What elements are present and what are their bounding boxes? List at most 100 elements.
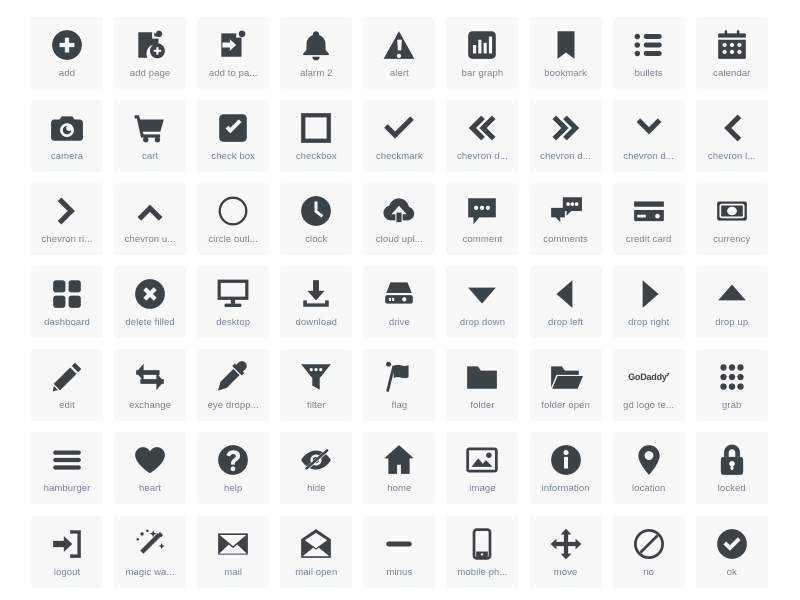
move-icon [546,526,586,562]
icon-card-drop-right[interactable]: drop right [612,266,685,339]
icon-label: grab [722,400,742,412]
icon-card-chevron-double-right[interactable]: chevron d... [529,100,602,173]
icon-label: mobile ph... [457,566,508,578]
icon-label: eye dropp... [207,400,259,412]
icon-card-mail[interactable]: mail [197,515,270,588]
icon-card-ok[interactable]: ok [695,515,768,588]
icon-card-add-to-page[interactable]: add to pa... [197,17,270,89]
icon-card-drop-left[interactable]: drop left [529,266,602,339]
icon-card-drop-down[interactable]: drop down [446,266,519,339]
icon-card-currency[interactable]: currency [695,183,768,256]
icon-card-hide[interactable]: hide [280,432,353,505]
icon-label: mail [224,566,243,578]
icon-label: cart [141,151,159,163]
icon-label: hide [307,483,326,495]
icon-card-chevron-down[interactable]: chevron d... [612,100,685,173]
icon-card-chevron-left[interactable]: chevron l... [695,100,768,173]
icon-card-move[interactable]: move [529,515,602,588]
icon-card-checkmark[interactable]: checkmark [363,100,436,173]
icon-label: circle outl... [208,234,258,246]
icon-card-home[interactable]: home [363,432,436,505]
icon-card-dashboard[interactable]: dashboard [31,266,103,339]
chevron-up-icon [130,193,170,229]
icon-label: chevron d... [540,151,591,163]
icon-label: chevron ri... [41,234,93,246]
icon-card-chevron-double-left[interactable]: chevron d... [446,100,519,173]
icon-card-filter[interactable]: filter [280,349,353,422]
icon-label: clock [305,234,328,246]
icon-card-drop-up[interactable]: drop up [695,266,768,339]
icon-card-help[interactable]: help [197,432,270,505]
icon-card-download[interactable]: download [280,266,353,339]
icon-card-chevron-right[interactable]: chevron ri... [31,183,103,256]
camera-icon [47,110,87,146]
icon-label: image [469,483,496,495]
icon-card-chevron-up[interactable]: chevron u... [114,183,187,256]
icon-card-heart[interactable]: heart [114,432,187,505]
icon-label: ok [726,566,737,578]
icon-card-magic-wand[interactable]: magic wa... [114,515,187,588]
alarm-2-icon [296,27,336,63]
icon-card-cart[interactable]: cart [114,100,187,173]
icon-card-mail-open[interactable]: mail open [280,515,353,588]
icon-card-information[interactable]: information [529,432,602,505]
icon-card-no[interactable]: no [612,515,685,588]
icon-card-minus[interactable]: minus [363,515,436,588]
add-to-page-icon [213,27,253,63]
godaddy-wordmark-text: GoDaddy [628,372,667,383]
icon-card-image[interactable]: image [446,432,519,505]
icon-card-locked[interactable]: locked [695,432,768,505]
comment-icon [462,193,502,229]
icon-card-edit[interactable]: edit [31,349,103,422]
icon-label: information [541,483,590,495]
icon-label: check box [211,151,256,163]
bar-graph-icon [462,27,502,63]
icon-card-flag[interactable]: flag [363,349,436,422]
icon-card-delete-filled[interactable]: delete filled [114,266,187,339]
icon-card-bullets[interactable]: bullets [612,17,685,89]
icon-card-exchange[interactable]: exchange [114,349,187,422]
icon-card-check-box[interactable]: check box [197,100,270,173]
icon-card-camera[interactable]: camera [31,100,103,173]
icon-card-eye-dropper[interactable]: eye dropp... [197,349,270,422]
icon-label: drive [388,317,410,329]
icon-card-gd-logo-text[interactable]: GoDaddy ′ gd logo te... [612,349,685,422]
icon-card-clock[interactable]: clock [280,183,353,256]
icon-card-location[interactable]: location [612,432,685,505]
icon-card-grab[interactable]: grab [695,349,768,422]
information-icon [546,442,586,478]
icon-card-calendar[interactable]: calendar [695,17,768,89]
icon-card-add-page[interactable]: add page [114,17,187,89]
icon-card-credit-card[interactable]: credit card [612,183,685,256]
icon-card-folder[interactable]: folder [446,349,519,422]
icon-card-alert[interactable]: alert [363,17,436,89]
folder-open-icon [546,359,586,395]
icon-card-add[interactable]: add [31,17,103,89]
icon-card-bar-graph[interactable]: bar graph [446,17,519,89]
icon-label: help [224,483,243,495]
icon-card-comments[interactable]: comments [529,183,602,256]
icon-label: chevron d... [623,151,675,163]
icon-card-logout[interactable]: logout [31,515,103,588]
icon-label: chevron l... [707,151,756,163]
icon-card-desktop[interactable]: desktop [197,266,270,339]
icon-card-comment[interactable]: comment [446,183,519,256]
icon-label: no [643,566,655,578]
icon-card-checkbox[interactable]: checkbox [280,100,353,173]
icon-card-cloud-upload[interactable]: cloud upl... [363,183,436,256]
comments-icon [546,193,586,229]
heart-icon [130,442,170,478]
cloud-upload-icon [379,193,419,229]
icon-card-folder-open[interactable]: folder open [529,349,602,422]
icon-label: locked [717,483,746,495]
icon-card-circle-outline[interactable]: circle outl... [197,183,270,256]
icon-label: chevron d... [457,151,508,163]
icon-label: logout [53,566,81,578]
icon-card-bookmark[interactable]: bookmark [529,17,602,89]
icon-card-hamburger[interactable]: hamburger [31,432,103,505]
icon-card-alarm-2[interactable]: alarm 2 [280,17,353,89]
icon-label: add [58,68,76,79]
icon-card-mobile-phone[interactable]: mobile ph... [446,515,519,588]
icon-label: comments [543,234,588,246]
icon-card-drive[interactable]: drive [363,266,436,339]
